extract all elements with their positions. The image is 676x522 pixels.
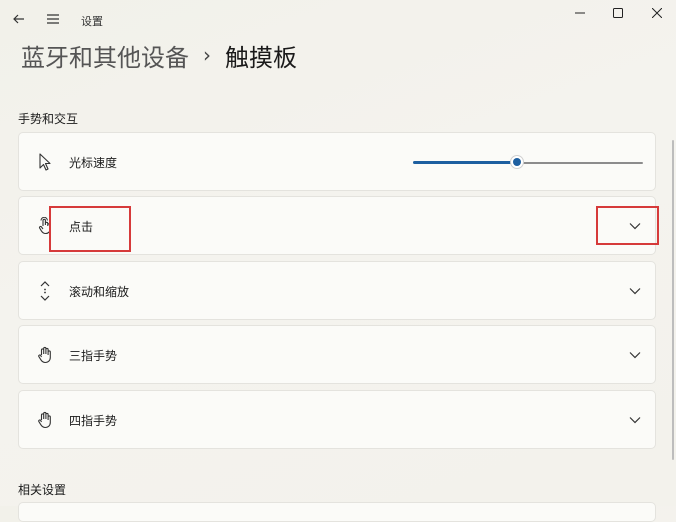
cursor-speed-label: 光标速度 <box>69 156 118 170</box>
four-finger-gestures-card[interactable]: 四指手势 <box>18 390 656 449</box>
chevron-down-icon[interactable] <box>627 283 643 299</box>
slider-fill <box>413 161 517 164</box>
scroll-zoom-label: 滚动和缩放 <box>69 285 130 299</box>
cursor-icon <box>35 151 55 173</box>
close-button[interactable] <box>640 0 674 26</box>
chevron-down-icon[interactable] <box>627 412 643 428</box>
chevron-down-icon[interactable] <box>627 218 643 234</box>
menu-button[interactable] <box>36 6 70 32</box>
three-finger-label: 三指手势 <box>69 349 118 363</box>
tap-label: 点击 <box>69 220 94 234</box>
three-finger-gestures-card[interactable]: 三指手势 <box>18 325 656 384</box>
breadcrumb: 蓝牙和其他设备 › 触摸板 <box>21 38 297 72</box>
maximize-icon <box>613 8 623 18</box>
window-title: 设置 <box>81 15 103 28</box>
chevron-down-icon[interactable] <box>627 347 643 363</box>
section-header-gestures: 手势和交互 <box>18 112 79 126</box>
related-settings-card[interactable] <box>18 502 656 522</box>
cursor-speed-card: 光标速度 <box>18 132 656 191</box>
back-arrow-icon <box>13 14 24 24</box>
scrollbar[interactable] <box>672 140 674 460</box>
scroll-icon <box>35 280 55 302</box>
minimize-button[interactable] <box>563 0 597 26</box>
tap-hand-icon <box>35 215 55 237</box>
hamburger-icon <box>47 14 59 24</box>
breadcrumb-separator: › <box>203 43 211 67</box>
close-icon <box>652 8 662 18</box>
minimize-icon <box>575 12 585 14</box>
cursor-speed-slider[interactable] <box>413 155 643 169</box>
back-button[interactable] <box>2 6 36 32</box>
maximize-button[interactable] <box>601 0 635 26</box>
page-title: 触摸板 <box>225 43 297 72</box>
scroll-zoom-card[interactable]: 滚动和缩放 <box>18 261 656 320</box>
slider-thumb[interactable] <box>509 155 524 169</box>
hand-icon <box>35 344 55 366</box>
tap-card[interactable]: 点击 <box>18 196 656 255</box>
breadcrumb-parent[interactable]: 蓝牙和其他设备 <box>21 38 189 73</box>
slider-track <box>516 162 643 164</box>
four-finger-label: 四指手势 <box>69 414 118 428</box>
hand-icon <box>35 409 55 431</box>
section-header-related: 相关设置 <box>18 483 67 497</box>
